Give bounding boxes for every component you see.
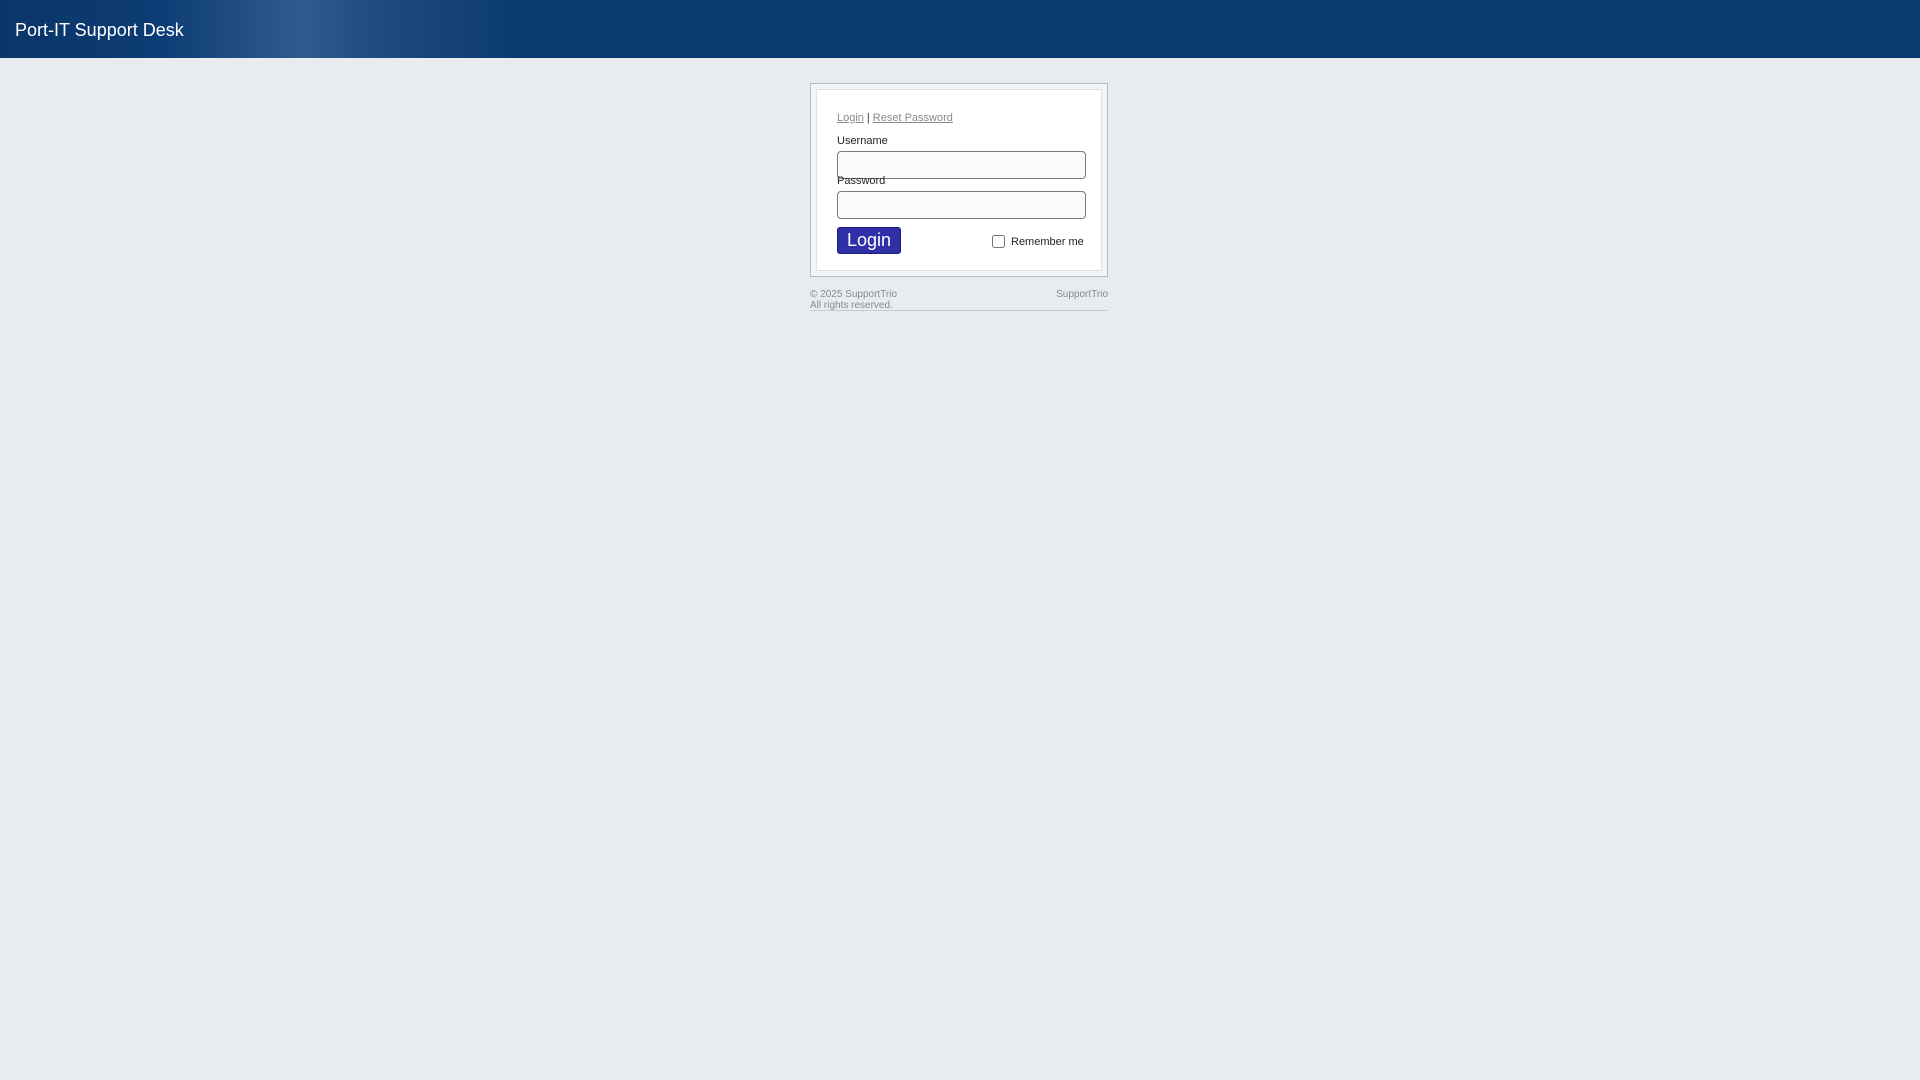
top-header-bar: Port-IT Support Desk [0, 0, 1920, 58]
remember-me-checkbox[interactable] [992, 235, 1005, 248]
remember-me-label: Remember me [1011, 235, 1084, 248]
password-label: Password [837, 175, 886, 187]
remember-me[interactable]: Remember me [992, 235, 1084, 248]
login-button[interactable]: Login [837, 227, 901, 254]
page-footer: © 2025 SupportTrio All rights reserved. … [810, 289, 1108, 311]
login-panel: Login | Reset Password Username Password L… [810, 83, 1108, 277]
password-input[interactable] [837, 191, 1086, 219]
login-form: Login | Reset Password Username Password L… [816, 89, 1102, 271]
link-separator: | [866, 112, 870, 124]
footer-rights: All rights reserved. [810, 300, 893, 311]
site-title: Port-IT Support Desk [15, 20, 184, 40]
footer-copyright: © 2025 SupportTrio [810, 289, 898, 300]
login-nav-links: Login | Reset Password [837, 112, 953, 124]
login-link[interactable]: Login [837, 112, 864, 124]
footer-brand: SupportTrio [1056, 289, 1108, 300]
username-label: Username [837, 135, 888, 147]
reset-password-link[interactable]: Reset Password [873, 112, 953, 124]
footer-copyright-block: © 2025 SupportTrio All rights reserved. [810, 289, 897, 311]
